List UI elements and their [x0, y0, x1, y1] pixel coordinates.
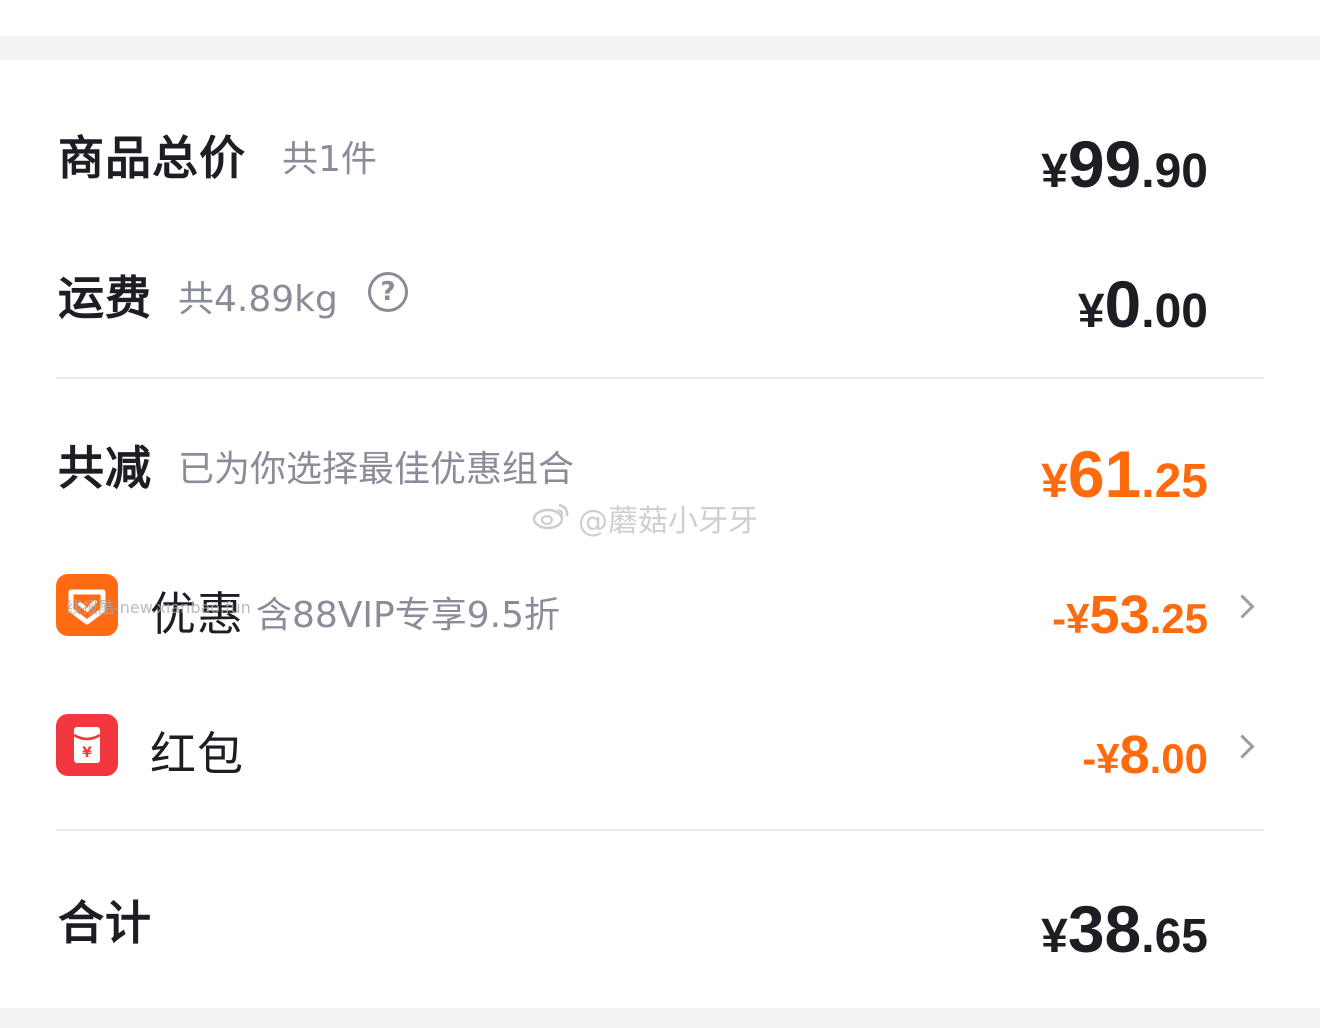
red-packet-row[interactable]: ¥ 红包 -¥8.00 — [0, 690, 1320, 800]
grand-total-row: 合计 ¥38.65 — [0, 865, 1320, 975]
divider — [56, 377, 1264, 379]
vip-discount-note: 含88VIP专享9.5折 — [256, 595, 561, 636]
svg-text:¥: ¥ — [82, 745, 92, 761]
goods-total-amount: ¥99.90 — [1041, 127, 1208, 201]
goods-total-row: 商品总价 共1件 ¥99.90 — [0, 100, 1320, 210]
best-combination-note: 已为你选择最佳优惠组合 — [178, 449, 575, 490]
goods-count: 共1件 — [282, 139, 377, 180]
shipping-row: 运费 共4.89kg ? ¥0.00 — [0, 240, 1320, 350]
site-watermark: 线报酷-new.xianbao.fun — [66, 598, 251, 617]
red-packet-label: 红包 — [150, 727, 244, 781]
help-icon[interactable]: ? — [368, 272, 408, 312]
divider — [56, 829, 1264, 831]
chevron-right-icon[interactable] — [1230, 594, 1255, 619]
top-strip — [0, 0, 1320, 36]
red-packet-amount: -¥8.00 — [1082, 725, 1208, 785]
total-reduction-amount: ¥61.25 — [1041, 437, 1208, 511]
goods-total-label: 商品总价 — [58, 131, 246, 185]
total-reduction-label: 共减 — [58, 441, 152, 495]
discount-amount: -¥53.25 — [1052, 585, 1208, 645]
order-summary-card: 商品总价 共1件 ¥99.90 运费 共4.89kg ? ¥0.00 共减 已为… — [0, 60, 1320, 1008]
red-packet-icon: ¥ — [56, 714, 118, 776]
weibo-logo-icon — [532, 503, 569, 530]
shipping-label: 运费 — [58, 271, 152, 325]
weibo-watermark: @蘑菇小牙牙 — [578, 504, 758, 539]
grand-total-amount: ¥38.65 — [1041, 892, 1208, 966]
shipping-amount: ¥0.00 — [1077, 267, 1208, 341]
grand-total-label: 合计 — [58, 896, 152, 950]
shipping-weight: 共4.89kg — [178, 279, 338, 320]
chevron-right-icon[interactable] — [1230, 734, 1255, 759]
